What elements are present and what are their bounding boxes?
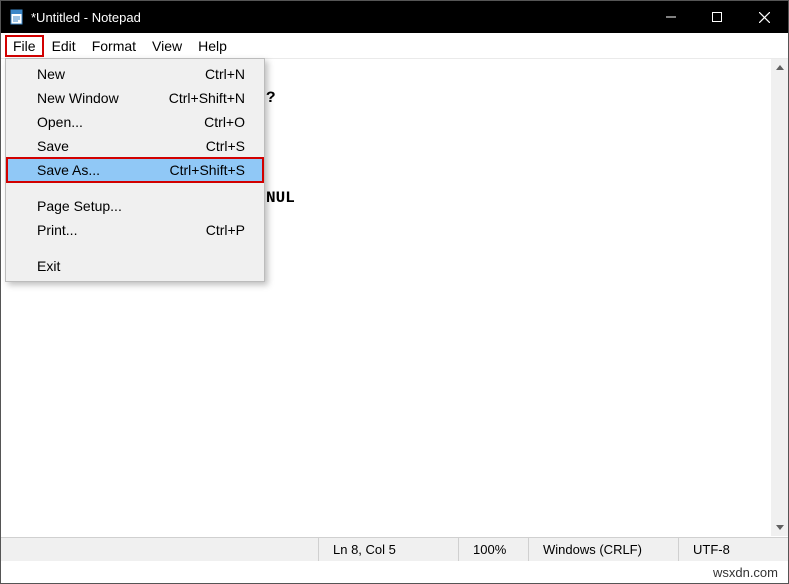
maximize-button[interactable] bbox=[694, 1, 740, 33]
menu-edit[interactable]: Edit bbox=[44, 35, 84, 57]
menu-item-label: Open... bbox=[37, 114, 83, 130]
menu-item-shortcut: Ctrl+P bbox=[206, 222, 245, 238]
status-position: Ln 8, Col 5 bbox=[318, 538, 458, 561]
menu-item-shortcut: Ctrl+N bbox=[205, 66, 245, 82]
menu-item-label: Save bbox=[37, 138, 69, 154]
menu-help[interactable]: Help bbox=[190, 35, 235, 57]
menu-item-label: New Window bbox=[37, 90, 119, 106]
menu-item-label: Print... bbox=[37, 222, 77, 238]
watermark: wsxdn.com bbox=[1, 561, 788, 583]
menu-format[interactable]: Format bbox=[84, 35, 144, 57]
document-text-fragment: NUL bbox=[266, 189, 295, 207]
menu-item-new[interactable]: New Ctrl+N bbox=[7, 62, 263, 86]
menu-item-exit[interactable]: Exit bbox=[7, 254, 263, 278]
statusbar: Ln 8, Col 5 100% Windows (CRLF) UTF-8 bbox=[1, 537, 788, 561]
titlebar: *Untitled - Notepad bbox=[1, 1, 788, 33]
menu-file[interactable]: File bbox=[5, 35, 44, 57]
document-text-fragment: ? bbox=[266, 89, 276, 107]
vertical-scrollbar[interactable] bbox=[771, 59, 788, 536]
scroll-up-icon[interactable] bbox=[771, 59, 788, 76]
status-zoom: 100% bbox=[458, 538, 528, 561]
menu-item-shortcut: Ctrl+Shift+S bbox=[170, 162, 245, 178]
close-button[interactable] bbox=[740, 1, 788, 33]
menu-item-open[interactable]: Open... Ctrl+O bbox=[7, 110, 263, 134]
notepad-icon bbox=[9, 9, 25, 25]
menu-item-shortcut: Ctrl+S bbox=[206, 138, 245, 154]
status-encoding: UTF-8 bbox=[678, 538, 788, 561]
status-line-ending: Windows (CRLF) bbox=[528, 538, 678, 561]
file-menu-dropdown: New Ctrl+N New Window Ctrl+Shift+N Open.… bbox=[5, 58, 265, 282]
menu-item-label: New bbox=[37, 66, 65, 82]
minimize-button[interactable] bbox=[648, 1, 694, 33]
menu-item-save[interactable]: Save Ctrl+S bbox=[7, 134, 263, 158]
menu-view[interactable]: View bbox=[144, 35, 190, 57]
menu-item-print[interactable]: Print... Ctrl+P bbox=[7, 218, 263, 242]
menu-item-new-window[interactable]: New Window Ctrl+Shift+N bbox=[7, 86, 263, 110]
menu-item-shortcut: Ctrl+O bbox=[204, 114, 245, 130]
menubar: File Edit Format View Help bbox=[1, 33, 788, 59]
menu-item-label: Save As... bbox=[37, 162, 100, 178]
menu-item-shortcut: Ctrl+Shift+N bbox=[169, 90, 245, 106]
menu-item-label: Page Setup... bbox=[37, 198, 122, 214]
menu-item-page-setup[interactable]: Page Setup... bbox=[7, 194, 263, 218]
menu-item-label: Exit bbox=[37, 258, 60, 274]
scroll-down-icon[interactable] bbox=[771, 519, 788, 536]
window-title: *Untitled - Notepad bbox=[31, 10, 648, 25]
window-controls bbox=[648, 1, 788, 33]
menu-item-save-as[interactable]: Save As... Ctrl+Shift+S bbox=[7, 158, 263, 182]
